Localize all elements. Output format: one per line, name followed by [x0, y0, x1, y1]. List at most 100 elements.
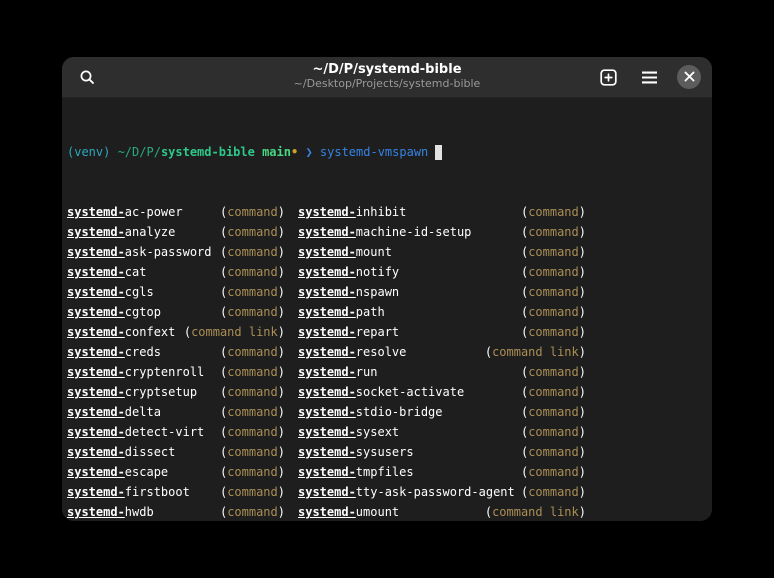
command-name: systemd-sysusers — [298, 442, 414, 462]
prompt-path: ~/D/P/ — [118, 142, 161, 162]
command-name: systemd-run — [298, 362, 377, 382]
text-cursor — [435, 145, 442, 160]
new-tab-icon — [600, 69, 617, 86]
completion-item: systemd-escape(command) — [67, 462, 285, 482]
completion-annotation: (command) — [521, 242, 586, 262]
completion-annotation: (command) — [521, 402, 586, 422]
command-name: systemd-dissect — [67, 442, 175, 462]
command-name: systemd-delta — [67, 402, 161, 422]
completion-item: systemd-creds(command) — [67, 342, 285, 362]
typed-command: systemd-vmspawn — [320, 142, 428, 162]
completion-item: systemd-repart (command) — [298, 322, 586, 342]
completion-annotation: (command) — [220, 362, 285, 382]
command-name: systemd-stdio-bridge — [298, 402, 443, 422]
command-name: systemd-ac-power — [67, 202, 183, 222]
completion-item: systemd-tty-ask-password-agent (command) — [298, 482, 586, 502]
completion-annotation: (command) — [220, 242, 285, 262]
command-name: systemd-inhibit — [298, 202, 406, 222]
completion-annotation: (command) — [220, 422, 285, 442]
terminal-window: ~/D/P/systemd-bible ~/Desktop/Projects/s… — [62, 57, 712, 521]
command-name: systemd-socket-activate — [298, 382, 464, 402]
completion-item: systemd-ac-power (command) — [67, 202, 285, 222]
completion-annotation: (command) — [521, 202, 586, 222]
command-name: systemd-cgls — [67, 282, 154, 302]
menu-icon — [641, 70, 658, 85]
completion-item: systemd-nspawn (command) — [298, 282, 586, 302]
completion-item: systemd-cgls (command) — [67, 282, 285, 302]
completion-annotation: (command) — [521, 222, 586, 242]
search-button[interactable] — [74, 64, 100, 90]
completion-item: systemd-cgtop (command) — [67, 302, 285, 322]
completion-annotation: (command) — [220, 402, 285, 422]
completion-annotation: (command) — [220, 502, 285, 521]
completion-item: systemd-cryptenroll(command) — [67, 362, 285, 382]
completion-annotation: (command) — [220, 382, 285, 402]
completion-item: systemd-resolve(command link) — [298, 342, 586, 362]
titlebar[interactable]: ~/D/P/systemd-bible ~/Desktop/Projects/s… — [62, 57, 712, 98]
command-name: systemd-sysext — [298, 422, 399, 442]
completion-item: systemd-sysusers (command) — [298, 442, 586, 462]
command-name: systemd-repart — [298, 322, 399, 342]
command-name: systemd-cgtop — [67, 302, 161, 322]
completion-annotation: (command) — [220, 262, 285, 282]
completion-annotation: (command) — [521, 362, 586, 382]
completion-item: systemd-cat (command) — [67, 262, 285, 282]
completion-item: systemd-ask-password (command) — [67, 242, 285, 262]
command-name: systemd-cryptsetup — [67, 382, 197, 402]
command-name: systemd-tty-ask-password-agent — [298, 482, 515, 502]
completion-item: systemd-dissect (command) — [67, 442, 285, 462]
completion-item: systemd-path(command) — [298, 302, 586, 322]
prompt-arrow: ❯ — [298, 142, 320, 162]
completion-item: systemd-confext(command link) — [67, 322, 285, 342]
completion-annotation: (command) — [220, 482, 285, 502]
completion-annotation: (command) — [220, 342, 285, 362]
menu-button[interactable] — [636, 64, 662, 90]
completion-annotation: (command link) — [184, 322, 285, 342]
close-button[interactable] — [677, 65, 701, 89]
completion-annotation: (command) — [521, 262, 586, 282]
completion-item: systemd-umount(command link) — [298, 502, 586, 521]
completion-item: systemd-notify(command) — [298, 262, 586, 282]
venv-indicator: (venv) — [67, 142, 118, 162]
completion-annotation: (command) — [220, 282, 285, 302]
command-name: systemd-analyze — [67, 222, 175, 242]
completion-annotation: (command) — [220, 462, 285, 482]
new-tab-button[interactable] — [595, 64, 621, 90]
shell-prompt: (venv) ~/D/P/systemd-bible main• ❯ syste… — [67, 142, 707, 162]
command-name: systemd-cat — [67, 262, 146, 282]
completion-annotation: (command) — [220, 222, 285, 242]
completion-annotation: (command) — [220, 442, 285, 462]
command-name: systemd-hwdb — [67, 502, 154, 521]
completion-item: systemd-firstboot (command) — [67, 482, 285, 502]
command-name: systemd-tmpfiles — [298, 462, 414, 482]
completion-item: systemd-hwdb (command) — [67, 502, 285, 521]
command-name: systemd-detect-virt — [67, 422, 204, 442]
command-name: systemd-mount — [298, 242, 392, 262]
completion-annotation: (command) — [521, 382, 586, 402]
completion-item: systemd-analyze (command) — [67, 222, 285, 242]
completion-annotation: (command) — [521, 422, 586, 442]
completion-annotation: (command) — [220, 202, 285, 222]
completion-item: systemd-cryptsetup (command) — [67, 382, 285, 402]
git-branch: main — [255, 142, 291, 162]
completion-item: systemd-stdio-bridge (command) — [298, 402, 586, 422]
completion-annotation: (command link) — [485, 342, 586, 362]
completion-annotation: (command) — [521, 282, 586, 302]
completion-annotation: (command) — [521, 462, 586, 482]
prompt-path-dir: systemd-bible — [161, 142, 255, 162]
completion-annotation: (command) — [521, 442, 586, 462]
completion-annotation: (command) — [521, 302, 586, 322]
completion-column-1: systemd-ac-power(command)systemd-analyze… — [67, 202, 285, 521]
terminal-content[interactable]: (venv) ~/D/P/systemd-bible main• ❯ syste… — [62, 98, 712, 521]
command-name: systemd-umount — [298, 502, 399, 521]
close-icon — [684, 70, 695, 85]
command-name: systemd-nspawn — [298, 282, 399, 302]
completion-item: systemd-socket-activate (command) — [298, 382, 586, 402]
completion-annotation: (command) — [521, 482, 586, 502]
completion-annotation: (command) — [521, 322, 586, 342]
command-name: systemd-firstboot — [67, 482, 190, 502]
completion-list: systemd-ac-power(command)systemd-analyze… — [67, 202, 707, 521]
command-name: systemd-ask-password — [67, 242, 212, 262]
completion-annotation: (command) — [220, 302, 285, 322]
completion-item: systemd-delta (command) — [67, 402, 285, 422]
